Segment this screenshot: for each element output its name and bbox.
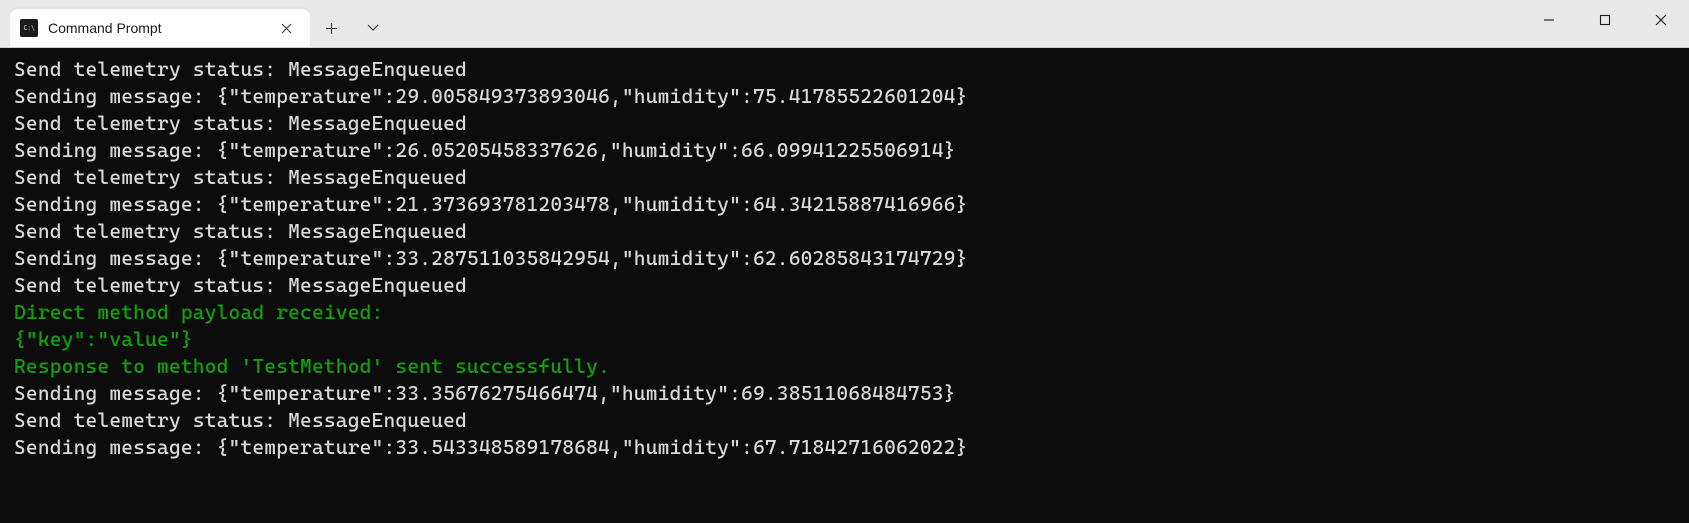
minimize-button[interactable] [1521,0,1577,40]
close-tab-button[interactable] [274,16,298,40]
minimize-icon [1543,14,1555,26]
terminal-line: Send telemetry status: MessageEnqueued [14,56,1675,83]
terminal-line: Send telemetry status: MessageEnqueued [14,164,1675,191]
terminal-line: Sending message: {"temperature":33.35676… [14,380,1675,407]
tab-dropdown-button[interactable] [352,9,394,47]
maximize-icon [1599,14,1611,26]
close-icon [281,23,292,34]
terminal-line: Send telemetry status: MessageEnqueued [14,110,1675,137]
maximize-button[interactable] [1577,0,1633,40]
chevron-down-icon [367,24,379,32]
close-icon [1655,14,1667,26]
terminal-line: Sending message: {"temperature":21.37369… [14,191,1675,218]
terminal-line: Send telemetry status: MessageEnqueued [14,218,1675,245]
terminal-line: Sending message: {"temperature":26.05205… [14,137,1675,164]
titlebar: C:\ Command Prompt [0,0,1689,48]
terminal-output[interactable]: Send telemetry status: MessageEnqueuedSe… [0,48,1689,523]
new-tab-button[interactable] [310,9,352,47]
terminal-line: Sending message: {"temperature":29.00584… [14,83,1675,110]
terminal-line: Direct method payload received: [14,299,1675,326]
terminal-line: Sending message: {"temperature":33.54334… [14,434,1675,461]
terminal-line: Send telemetry status: MessageEnqueued [14,272,1675,299]
terminal-line: Response to method 'TestMethod' sent suc… [14,353,1675,380]
terminal-line: Send telemetry status: MessageEnqueued [14,407,1675,434]
window-controls [1521,0,1689,40]
tab-command-prompt[interactable]: C:\ Command Prompt [10,9,310,47]
terminal-icon: C:\ [20,19,38,37]
terminal-line: Sending message: {"temperature":33.28751… [14,245,1675,272]
tab-title: Command Prompt [48,20,266,36]
plus-icon [325,22,338,35]
terminal-line: {"key":"value"} [14,326,1675,353]
titlebar-drag-area[interactable] [0,0,1689,9]
close-window-button[interactable] [1633,0,1689,40]
